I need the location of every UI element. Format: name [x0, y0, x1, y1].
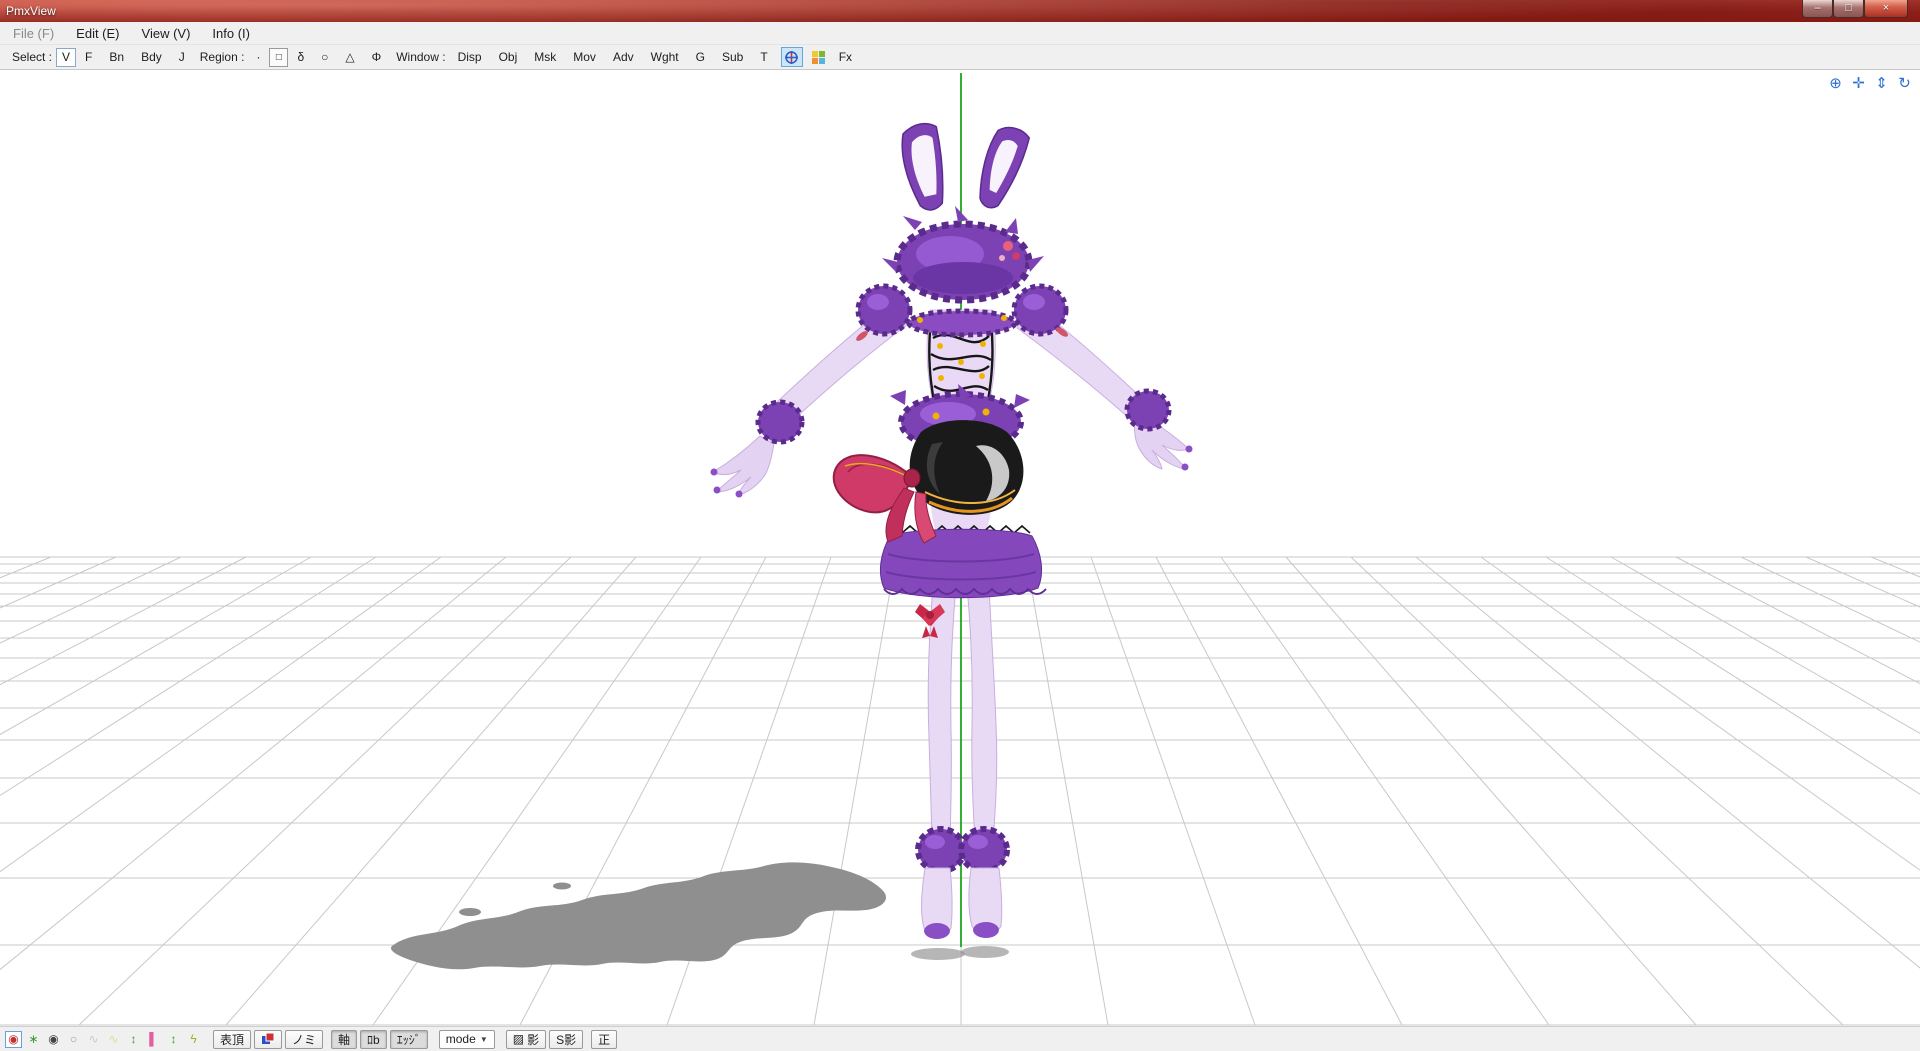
record-icon[interactable]: ◉ — [45, 1031, 62, 1048]
legs — [927, 585, 998, 841]
viewport-3d[interactable]: ⊕ ✛ ⇕ ↻ — [0, 70, 1920, 1026]
hair-fluff — [882, 206, 1044, 304]
bunny-ears — [901, 122, 1031, 211]
grid-color-toggle[interactable] — [808, 47, 830, 67]
character-model — [710, 122, 1193, 939]
region-point-button[interactable]: · — [248, 47, 268, 67]
flash-icon[interactable]: ϟ — [185, 1031, 202, 1048]
select-bone-button[interactable]: Bn — [101, 47, 132, 67]
window-adv-button[interactable]: Adv — [605, 47, 642, 67]
menubar: File (F) Edit (E) View (V) Info (I) — [0, 22, 1920, 45]
select-vertex-button[interactable]: V — [56, 47, 77, 67]
material-color-icon — [262, 1032, 275, 1044]
region-triangle-button[interactable]: △ — [337, 47, 362, 67]
window-wght-button[interactable]: Wght — [643, 47, 687, 67]
wave-a-icon[interactable]: ∿ — [85, 1031, 102, 1048]
axis-cross-icon — [785, 50, 799, 64]
shadow-toggle-button[interactable]: ▨ 影 — [505, 1029, 547, 1049]
nomi-button[interactable]: ノミ — [285, 1029, 324, 1049]
window-sub-button[interactable]: Sub — [714, 47, 751, 67]
skirt — [879, 524, 1047, 599]
toolbar: Select : V F Bn Bdy J Region : · □ δ ○ △… — [0, 45, 1920, 70]
wave-b-icon[interactable]: ∿ — [105, 1031, 122, 1048]
menu-item-view[interactable]: View (V) — [131, 23, 202, 44]
menu-item-edit[interactable]: Edit (E) — [65, 23, 130, 44]
window-title: PmxView — [6, 4, 56, 18]
maximize-button[interactable]: □ — [1833, 0, 1864, 18]
menu-item-info[interactable]: Info (I) — [201, 23, 261, 44]
light-icon[interactable]: ∗ — [25, 1031, 42, 1048]
fx-button[interactable]: Fx — [831, 47, 860, 67]
axis-cross-toggle[interactable] — [780, 47, 803, 67]
bottombar: ◉ ∗ ◉ ○ ∿ ∿ ↕ ▌ ↕ ϟ 表頂 ノミ 軸 ﾛb ｴｯｼﾞ mode… — [0, 1026, 1920, 1051]
region-phi-button[interactable]: Φ — [364, 47, 390, 67]
region-delta-button[interactable]: δ — [289, 47, 312, 67]
region-label: Region : — [199, 50, 245, 64]
pan-view-icon[interactable]: ⊕ — [1826, 74, 1845, 93]
window-msk-button[interactable]: Msk — [526, 47, 564, 67]
window-obj-button[interactable]: Obj — [491, 47, 526, 67]
scene-svg — [0, 73, 1920, 1026]
bar-icon[interactable]: ▌ — [145, 1031, 162, 1048]
dark-pouch — [909, 420, 1024, 515]
updown-a-icon[interactable]: ↕ — [125, 1031, 142, 1048]
select-joint-button[interactable]: J — [171, 47, 193, 67]
window-mov-button[interactable]: Mov — [565, 47, 604, 67]
dropdown-arrow-icon: ▼ — [479, 1034, 488, 1044]
select-face-button[interactable]: F — [77, 47, 100, 67]
window-g-button[interactable]: G — [688, 47, 713, 67]
select-label: Select : — [12, 50, 53, 64]
rob-toggle-button[interactable]: ﾛb — [360, 1029, 387, 1049]
region-circle-button[interactable]: ○ — [313, 47, 336, 67]
mode-label: mode — [445, 1032, 476, 1046]
rotate-view-icon[interactable]: ↻ — [1895, 74, 1914, 93]
viewport-nav-icons: ⊕ ✛ ⇕ ↻ — [1826, 74, 1914, 93]
titlebar[interactable]: PmxView – □ × — [0, 0, 1920, 22]
circle-icon[interactable]: ○ — [65, 1031, 82, 1048]
close-button[interactable]: × — [1864, 0, 1908, 18]
material-color-button[interactable] — [254, 1029, 283, 1049]
updown-b-icon[interactable]: ↕ — [165, 1031, 182, 1048]
edge-toggle-button[interactable]: ｴｯｼﾞ — [389, 1029, 428, 1049]
zoom-view-icon[interactable]: ⇕ — [1872, 74, 1891, 93]
window-label: Window : — [396, 50, 446, 64]
ortho-toggle-button[interactable]: 正 — [591, 1029, 618, 1049]
ankle-cuffs — [915, 826, 1010, 874]
select-body-button[interactable]: Bdy — [133, 47, 170, 67]
shadow-label: 影 — [527, 1032, 540, 1047]
region-rect-button[interactable]: □ — [269, 47, 289, 67]
axis-toggle-button[interactable]: 軸 — [331, 1029, 358, 1049]
move-view-icon[interactable]: ✛ — [1849, 74, 1868, 93]
window-t-button[interactable]: T — [752, 47, 775, 67]
shadow-icon: ▨ — [512, 1032, 525, 1046]
front-vertex-button[interactable]: 表頂 — [213, 1029, 252, 1049]
camera-target-icon[interactable]: ◉ — [5, 1030, 22, 1048]
caption-buttons: – □ × — [1802, 0, 1908, 18]
window-disp-button[interactable]: Disp — [450, 47, 490, 67]
menu-item-file[interactable]: File (F) — [2, 23, 65, 44]
pmxview-window: PmxView – □ × File (F) Edit (E) View (V)… — [0, 0, 1920, 1051]
grid-color-icon — [812, 50, 826, 64]
minimize-button[interactable]: – — [1802, 0, 1833, 18]
mode-dropdown[interactable]: mode ▼ — [438, 1029, 495, 1049]
self-shadow-toggle-button[interactable]: S影 — [549, 1029, 584, 1049]
